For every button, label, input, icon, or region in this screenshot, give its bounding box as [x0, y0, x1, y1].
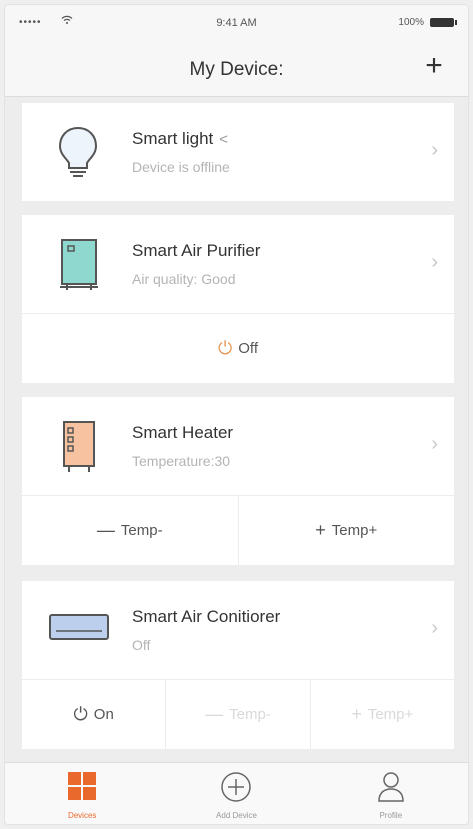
tab-devices[interactable]: Devices	[5, 763, 159, 824]
device-status: Off	[132, 637, 151, 653]
light-bulb-icon	[56, 125, 100, 186]
tab-label: Devices	[67, 811, 97, 820]
device-actions: — Temp- + Temp+	[22, 495, 454, 565]
share-icon: <	[219, 131, 229, 148]
add-circle-icon	[220, 771, 252, 808]
air-purifier-icon	[58, 237, 100, 296]
power-on-button[interactable]: ⏻ On	[22, 680, 165, 749]
tab-profile[interactable]: Profile	[314, 763, 468, 824]
device-card-header[interactable]: Smart Heater Temperature:30 ›	[22, 397, 454, 495]
device-card-header[interactable]: Smart Air Conitiorer Off ›	[22, 581, 454, 679]
device-card-header[interactable]: Smart Air Purifier Air quality: Good ›	[22, 215, 454, 313]
power-off-button[interactable]: ⏻ Off	[22, 314, 454, 383]
battery-percent: 100%	[398, 17, 424, 28]
device-name: Smart Heater	[132, 423, 234, 442]
device-actions: ⏻ On — Temp- + Temp+	[22, 679, 454, 749]
heater-icon	[58, 419, 100, 478]
plus-icon: +	[315, 520, 326, 540]
temp-down-button[interactable]: — Temp-	[165, 680, 309, 749]
device-name: Smart Air Conitiorer	[132, 607, 281, 626]
device-actions: ⏻ Off	[22, 313, 454, 383]
device-status: Device is offline	[132, 159, 230, 175]
device-card-smart-air-conditioner: Smart Air Conitiorer Off › ⏻ On — Temp- …	[22, 581, 454, 749]
device-status: Temperature:30	[132, 453, 231, 469]
chevron-right-icon: ›	[431, 617, 438, 639]
grid-icon	[67, 771, 97, 806]
person-icon	[377, 771, 405, 808]
temp-up-button[interactable]: + Temp+	[309, 680, 454, 749]
temp-down-button[interactable]: — Temp-	[22, 496, 238, 565]
device-card-smart-air-purifier: Smart Air Purifier Air quality: Good › ⏻…	[22, 215, 454, 383]
device-name: Smart light <	[132, 129, 229, 148]
plus-icon: +	[351, 704, 362, 724]
air-conditioner-icon	[48, 611, 110, 650]
chevron-right-icon: ›	[431, 139, 438, 161]
power-icon: ⏻	[218, 338, 233, 358]
chevron-right-icon: ›	[431, 251, 438, 273]
device-card-smart-heater: Smart Heater Temperature:30 › — Temp- + …	[22, 397, 454, 565]
device-status: Air quality: Good	[132, 271, 236, 287]
tab-label: Add Device	[216, 811, 257, 820]
tab-label: Profile	[379, 811, 403, 820]
temp-up-button[interactable]: + Temp+	[237, 496, 455, 565]
device-card-smart-light[interactable]: Smart light < Device is offline ›	[22, 103, 454, 201]
page-title: My Device:	[189, 59, 284, 80]
nav-bar: My Device: +	[5, 41, 468, 97]
battery-icon	[430, 18, 457, 27]
minus-icon: —	[205, 704, 224, 724]
device-name: Smart Air Purifier	[132, 241, 261, 260]
tab-bar: Devices Add Device Profile	[5, 762, 468, 824]
device-card-header[interactable]: Smart light < Device is offline ›	[22, 103, 454, 201]
chevron-right-icon: ›	[431, 433, 438, 455]
add-device-button[interactable]: +	[418, 51, 450, 83]
tab-add-device[interactable]: Add Device	[159, 763, 313, 824]
status-bar: ••••• 9:41 AM 100%	[5, 5, 468, 41]
minus-icon: —	[96, 520, 115, 540]
power-icon: ⏻	[73, 704, 88, 724]
phone-screen: ••••• 9:41 AM 100% My Device: + Smart li…	[4, 4, 469, 825]
